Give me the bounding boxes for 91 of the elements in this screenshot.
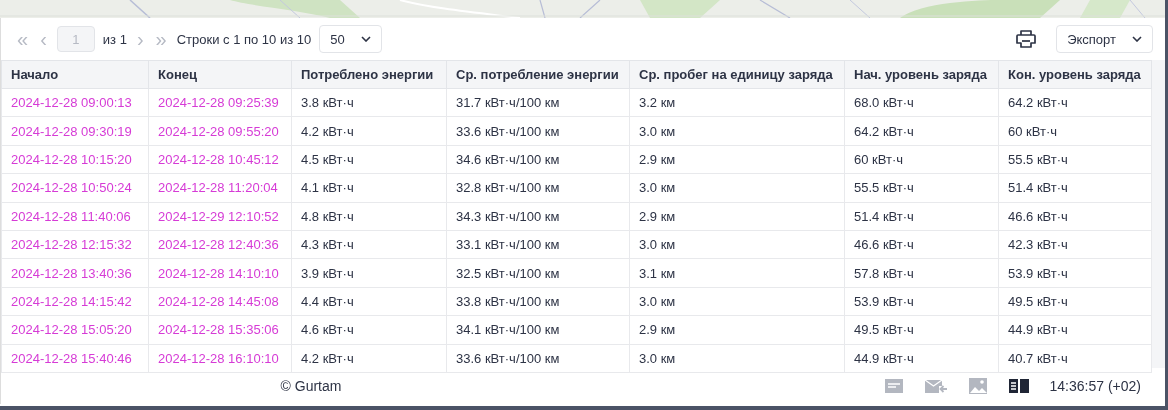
time-link[interactable]: 2024-12-28 09:00:13 (1, 88, 149, 117)
print-button[interactable] (1016, 30, 1037, 48)
image-icon[interactable] (967, 377, 988, 395)
table-cell: 2.9 км (629, 202, 845, 231)
time-link[interactable]: 2024-12-28 15:40:46 (1, 344, 149, 373)
table-cell: 49.5 кВт·ч (844, 315, 999, 344)
table-cell: 3.9 кВт·ч (291, 258, 447, 288)
column-header[interactable]: Конец (148, 60, 292, 89)
time-link[interactable]: 2024-12-28 09:30:19 (1, 116, 149, 146)
page-count: из 1 (102, 31, 127, 47)
time-link[interactable]: 2024-12-28 09:25:39 (148, 88, 292, 117)
table-cell: 4.8 кВт·ч (291, 202, 447, 231)
table-cell: 32.8 кВт·ч/100 км (446, 173, 630, 203)
table-cell: 53.9 кВт·ч (998, 258, 1152, 288)
table-cell: 4.4 кВт·ч (291, 287, 447, 316)
column-header[interactable]: Начало (1, 60, 149, 89)
export-dropdown[interactable]: Экспорт (1056, 25, 1153, 53)
table-cell: 34.3 кВт·ч/100 км (446, 202, 630, 231)
table-cell: 4.1 кВт·ч (291, 173, 447, 203)
time-link[interactable]: 2024-12-28 12:15:32 (1, 230, 149, 259)
table-cell: 3.0 км (629, 173, 845, 203)
table-cell: 57.8 кВт·ч (844, 258, 999, 288)
mail-arrow-icon[interactable] (923, 378, 948, 394)
table-cell: 46.6 кВт·ч (998, 202, 1152, 231)
table-cell: 3.2 км (629, 88, 845, 117)
table-cell: 49.5 кВт·ч (998, 287, 1152, 316)
time-link[interactable]: 2024-12-28 15:05:20 (1, 315, 149, 344)
table-cell: 53.9 кВт·ч (844, 287, 999, 316)
time-link[interactable]: 2024-12-28 16:10:10 (148, 344, 292, 373)
table-cell: 33.6 кВт·ч/100 км (446, 344, 630, 373)
printer-icon (1016, 30, 1037, 48)
column-header[interactable]: Ср. пробег на единицу заряда (629, 60, 845, 89)
time-link[interactable]: 2024-12-28 10:45:12 (148, 145, 292, 174)
table-cell: 4.3 кВт·ч (291, 230, 447, 259)
table-cell: 64.2 кВт·ч (844, 116, 999, 146)
column-header[interactable]: Нач. уровень заряда (844, 60, 999, 89)
table-cell: 4.2 кВт·ч (291, 116, 447, 146)
table-cell: 3.0 км (629, 344, 845, 373)
columns-icon[interactable] (1007, 378, 1030, 394)
table-cell: 3.0 км (629, 230, 845, 259)
table-cell: 3.0 км (629, 287, 845, 316)
time-link[interactable]: 2024-12-28 10:50:24 (1, 173, 149, 203)
table-cell: 34.1 кВт·ч/100 км (446, 315, 630, 344)
time-link[interactable]: 2024-12-28 11:40:06 (1, 202, 149, 231)
time-link[interactable]: 2024-12-28 13:40:36 (1, 258, 149, 288)
time-link[interactable]: 2024-12-29 12:10:52 (148, 202, 292, 231)
time-link[interactable]: 2024-12-28 10:15:20 (1, 145, 149, 174)
table-cell: 64.2 кВт·ч (998, 88, 1152, 117)
time-link[interactable]: 2024-12-28 09:55:20 (148, 116, 292, 146)
table-cell: 3.1 км (629, 258, 845, 288)
table-cell: 44.9 кВт·ч (844, 344, 999, 373)
table-cell: 44.9 кВт·ч (998, 315, 1152, 344)
table-cell: 46.6 кВт·ч (844, 230, 999, 259)
time-link[interactable]: 2024-12-28 14:15:42 (1, 287, 149, 316)
column-header[interactable]: Ср. потребление энергии (446, 60, 630, 89)
time-link[interactable]: 2024-12-28 12:40:36 (148, 230, 292, 259)
time-link[interactable]: 2024-12-28 15:35:06 (148, 315, 292, 344)
chevron-down-icon (1132, 36, 1142, 42)
table-cell: 42.3 кВт·ч (998, 230, 1152, 259)
table-cell: 31.7 кВт·ч/100 км (446, 88, 630, 117)
table-cell: 60 кВт·ч (844, 145, 999, 174)
clock-time: 14:36:57 (+02) (1049, 378, 1141, 394)
table-cell: 4.5 кВт·ч (291, 145, 447, 174)
table-cell: 32.5 кВт·ч/100 км (446, 258, 630, 288)
column-header[interactable]: Потреблено энергии (291, 60, 447, 89)
table-cell: 55.5 кВт·ч (844, 173, 999, 203)
time-link[interactable]: 2024-12-28 14:10:10 (148, 258, 292, 288)
table-cell: 2.9 км (629, 315, 845, 344)
rows-info: Строки с 1 по 10 из 10 (176, 31, 312, 47)
table-cell: 33.8 кВт·ч/100 км (446, 287, 630, 316)
page-size-dropdown[interactable]: 50 (319, 25, 382, 53)
table-cell: 68.0 кВт·ч (844, 88, 999, 117)
table-cell: 60 кВт·ч (998, 116, 1152, 146)
time-link[interactable]: 2024-12-28 11:20:04 (148, 173, 292, 203)
chevron-down-icon (360, 36, 371, 42)
table-cell: 51.4 кВт·ч (844, 202, 999, 231)
column-header[interactable]: Кон. уровень заряда (998, 60, 1152, 89)
table-cell: 34.6 кВт·ч/100 км (446, 145, 630, 174)
table-cell: 4.2 кВт·ч (291, 344, 447, 373)
time-link[interactable]: 2024-12-28 14:45:08 (148, 287, 292, 316)
table-cell: 40.7 кВт·ч (998, 344, 1152, 373)
table-cell: 33.6 кВт·ч/100 км (446, 116, 630, 146)
table-cell: 3.8 кВт·ч (291, 88, 447, 117)
table-cell: 3.0 км (629, 116, 845, 146)
table-cell: 51.4 кВт·ч (998, 173, 1152, 203)
copyright-text: © Gurtam (279, 378, 343, 394)
table-cell: 4.6 кВт·ч (291, 315, 447, 344)
note-icon[interactable] (883, 378, 904, 394)
table-cell: 33.1 кВт·ч/100 км (446, 230, 630, 259)
table-cell: 55.5 кВт·ч (998, 145, 1152, 174)
table-cell: 2.9 км (629, 145, 845, 174)
